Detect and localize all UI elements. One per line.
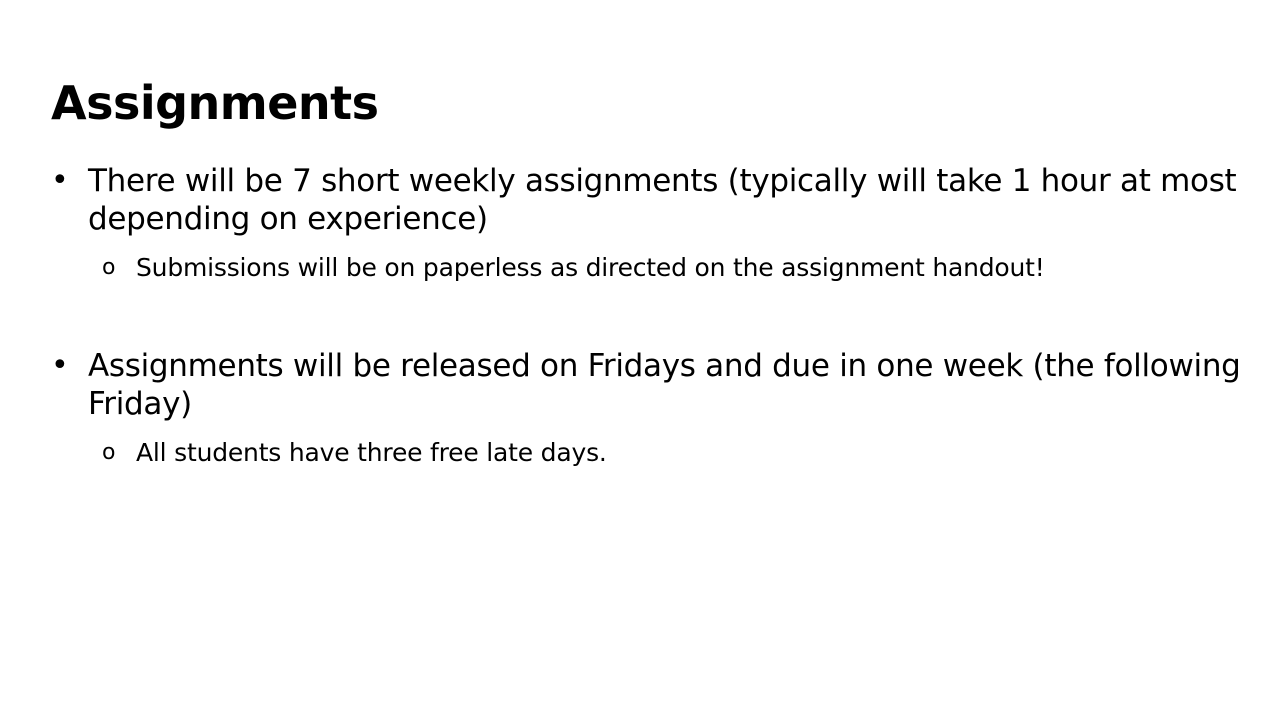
sub-bullet-item: o Submissions will be on paperless as di… [88,251,1241,285]
bullet-item: • There will be 7 short weekly assignmen… [51,162,1241,285]
hollow-circle-bullet-icon: o [102,440,116,465]
bullet-dot-icon: • [51,163,69,198]
hollow-circle-bullet-icon: o [102,255,116,280]
sub-bullet-list: o Submissions will be on paperless as di… [88,251,1241,285]
sub-bullet-text: All students have three free late days. [136,438,607,467]
bullet-text: Assignments will be released on Fridays … [88,348,1241,422]
sub-bullet-list: o All students have three free late days… [88,436,1241,470]
slide-title: Assignments [51,76,379,130]
slide: Assignments • There will be 7 short week… [0,0,1280,720]
bullet-dot-icon: • [51,348,69,383]
bullet-item: • Assignments will be released on Friday… [51,347,1241,470]
bullet-text: There will be 7 short weekly assignments… [88,163,1237,237]
sub-bullet-text: Submissions will be on paperless as dire… [136,253,1045,282]
sub-bullet-item: o All students have three free late days… [88,436,1241,470]
bullet-list: • There will be 7 short weekly assignmen… [51,162,1241,470]
